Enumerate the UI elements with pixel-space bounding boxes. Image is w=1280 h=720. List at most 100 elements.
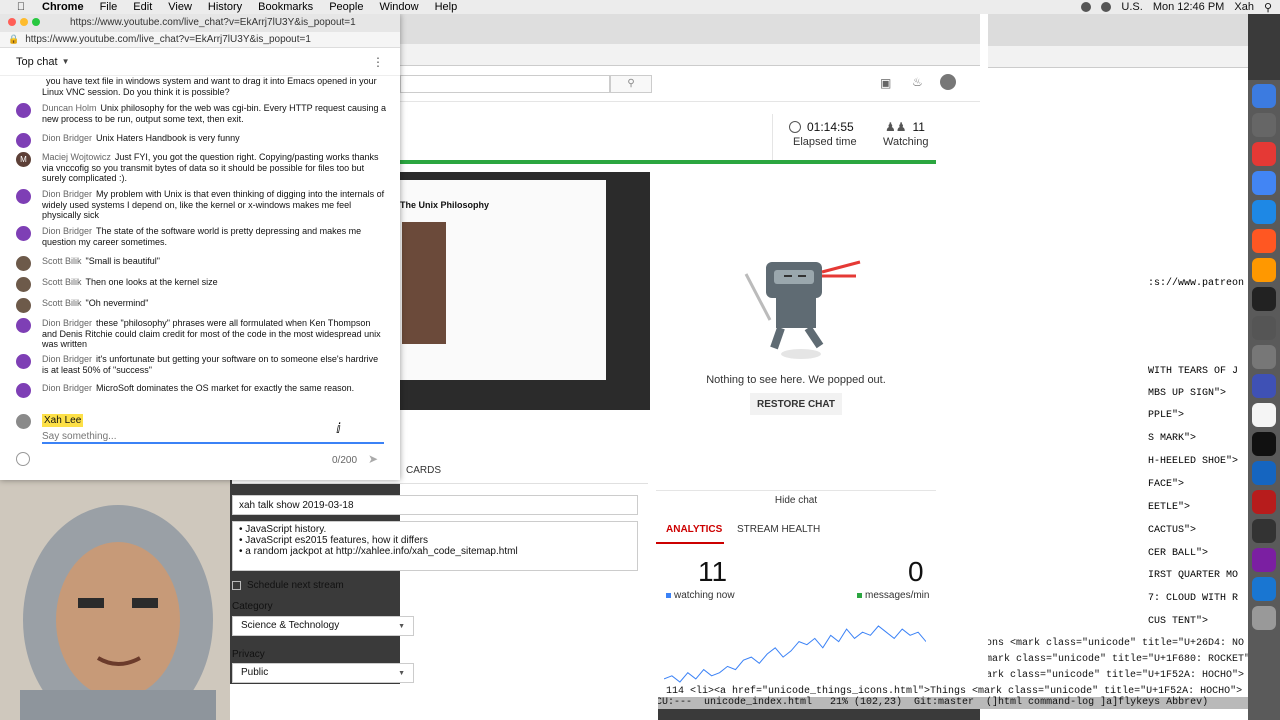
status-icon[interactable] [1081, 2, 1092, 12]
video-camera-icon[interactable]: ▣ [880, 76, 891, 90]
menu-people[interactable]: People [321, 1, 371, 13]
maximize-window-icon[interactable] [32, 18, 40, 26]
avatar[interactable] [16, 189, 31, 204]
avatar[interactable] [16, 318, 31, 333]
emacs-editor[interactable]: :s://www.patreon WITH TEARS OF J MBS UP SI… [980, 14, 1248, 720]
avatar[interactable] [16, 277, 31, 292]
popped-out-message: Nothing to see here. We popped out. [706, 374, 886, 386]
schedule-next-stream[interactable]: Schedule next stream [232, 580, 344, 591]
menu-bookmarks[interactable]: Bookmarks [250, 1, 321, 13]
calendar-icon[interactable] [1252, 345, 1276, 369]
folder-icon[interactable] [1252, 577, 1276, 601]
chat-url[interactable]: https://www.youtube.com/live_chat?v=EkAr… [25, 34, 311, 45]
brave-icon[interactable] [1252, 229, 1276, 253]
app-icon[interactable] [1252, 519, 1276, 543]
minimize-window-icon[interactable] [20, 18, 28, 26]
message-text: "Small is beautiful" [85, 256, 160, 266]
top-chat-selector[interactable]: Top chat [16, 56, 58, 68]
firefox-icon[interactable] [1252, 258, 1276, 282]
tab-cards[interactable]: CARDS [406, 465, 441, 476]
message-author[interactable]: Dion Bridger [42, 383, 92, 393]
watching-now-label: watching now [674, 590, 735, 601]
chrome-icon[interactable] [1252, 171, 1276, 195]
message-author[interactable]: Scott Bilik [42, 256, 82, 266]
message-author[interactable]: Dion Bridger [42, 226, 92, 236]
emoji-icon[interactable] [16, 452, 30, 466]
message-author[interactable]: Dion Bridger [42, 318, 92, 328]
more-options-icon[interactable]: ⋮ [372, 55, 384, 69]
schedule-checkbox[interactable] [232, 581, 241, 590]
finder-icon[interactable] [1252, 84, 1276, 108]
bell-icon[interactable]: ♨ [912, 75, 923, 89]
avatar[interactable] [16, 103, 31, 118]
safari-icon[interactable] [1252, 200, 1276, 224]
search-icon[interactable]: ⚲ [610, 75, 652, 93]
message-author[interactable]: Dion Bridger [42, 133, 92, 143]
chat-header: Top chat ▼ ⋮ [0, 48, 400, 76]
messages-per-min-value: 0 [908, 556, 924, 587]
emacs-icon[interactable] [1252, 548, 1276, 572]
message-author[interactable]: Maciej Wojtowicz [42, 152, 111, 162]
menu-history[interactable]: History [200, 1, 250, 13]
message-author[interactable]: Duncan Holm [42, 103, 97, 113]
trash-icon[interactable] [1252, 606, 1276, 630]
messages-legend: messages/min [857, 590, 929, 601]
tab-analytics[interactable]: ANALYTICS [666, 524, 722, 535]
notes-icon[interactable] [1252, 374, 1276, 398]
chat-message: Scott Bilik "Oh nevermind" [16, 298, 386, 313]
editor-line: IRST QUARTER MO [1148, 570, 1239, 581]
browser-icon[interactable] [1252, 142, 1276, 166]
elapsed-block: 01:14:55 [789, 120, 854, 134]
hide-chat-button[interactable]: Hide chat [656, 490, 936, 510]
stream-title-input[interactable] [232, 495, 638, 515]
input-lang[interactable]: U.S. [1121, 1, 1142, 13]
menu-edit[interactable]: Edit [125, 1, 160, 13]
message-author[interactable]: Scott Bilik [42, 277, 82, 287]
settings-icon[interactable] [1252, 316, 1276, 340]
menu-window[interactable]: Window [371, 1, 426, 13]
message-text: you have text file in windows system and… [42, 76, 377, 97]
category-select[interactable]: Science & Technology ▼ [232, 616, 414, 636]
message-text: "Oh nevermind" [85, 298, 149, 308]
avatar[interactable] [16, 226, 31, 241]
description-field[interactable]: • JavaScript history. • JavaScript es201… [232, 521, 638, 571]
wifi-icon[interactable] [1101, 2, 1112, 12]
app-icon[interactable] [1252, 461, 1276, 485]
chat-message-input[interactable] [42, 430, 384, 444]
search-input[interactable] [400, 75, 610, 93]
editor-line: 114 <li><a href="unicode_things_icons.ht… [666, 686, 1243, 697]
watching-block: ♟♟ 11 [885, 120, 925, 134]
user-name[interactable]: Xah [1234, 1, 1254, 13]
menu-view[interactable]: View [160, 1, 200, 13]
caret-down-icon: ▼ [398, 623, 405, 630]
text-icon[interactable] [1252, 403, 1276, 427]
editor-line: 7: CLOUD WITH R [1148, 593, 1239, 604]
message-author[interactable]: Scott Bilik [42, 298, 82, 308]
avatar[interactable]: M [16, 152, 31, 167]
menu-help[interactable]: Help [427, 1, 466, 13]
restore-chat-button[interactable]: RESTORE CHAT [750, 393, 842, 415]
terminal-icon[interactable] [1252, 287, 1276, 311]
close-window-icon[interactable] [8, 18, 16, 26]
message-author[interactable]: Dion Bridger [42, 354, 92, 364]
menu-file[interactable]: File [92, 1, 126, 13]
app-icon[interactable] [1252, 490, 1276, 514]
obs-icon[interactable] [1252, 432, 1276, 456]
message-author[interactable]: Dion Bridger [42, 189, 92, 199]
menu-app-name[interactable]: Chrome [34, 1, 92, 13]
privacy-select[interactable]: Public ▼ [232, 663, 414, 683]
avatar[interactable] [16, 298, 31, 313]
avatar[interactable] [16, 354, 31, 369]
search-icon[interactable]: ⚲ [1264, 1, 1272, 14]
tab-stream-health[interactable]: STREAM HEALTH [737, 524, 820, 535]
clock[interactable]: Mon 12:46 PM [1153, 1, 1225, 13]
avatar[interactable] [16, 383, 31, 398]
editor-line: CUS TENT"> [1148, 616, 1209, 627]
avatar[interactable] [16, 256, 31, 271]
chevron-down-icon[interactable]: ▼ [62, 57, 70, 66]
avatar[interactable] [940, 74, 956, 90]
app-icon[interactable] [1252, 113, 1276, 137]
apple-menu-icon[interactable]:  [14, 1, 28, 13]
send-icon[interactable]: ➤ [368, 452, 384, 466]
avatar[interactable] [16, 133, 31, 148]
